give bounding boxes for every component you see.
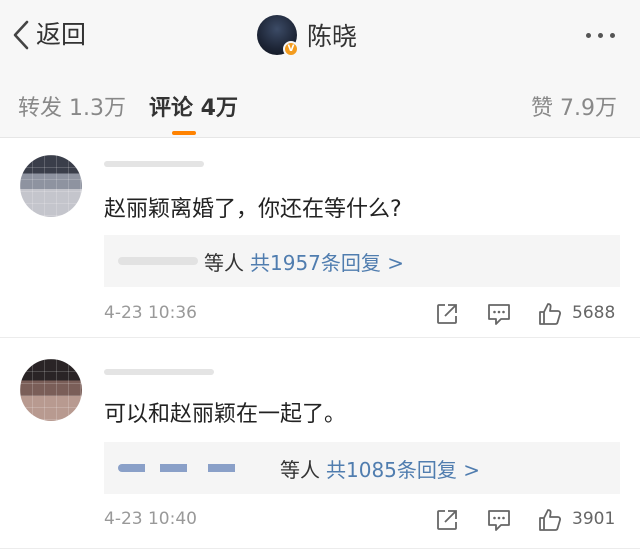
like-count: 3901 [572, 509, 616, 529]
tab-comment[interactable]: 评论 4万 [149, 90, 238, 122]
comment-text: 赵丽颖离婚了，你还在等什么? [104, 197, 402, 222]
share-icon[interactable] [434, 301, 460, 327]
replies-suffix: 等人 [204, 251, 244, 275]
avatar[interactable] [20, 359, 82, 421]
comment-item: 可以和赵丽颖在一起了。 等人 共1085条回复 > 4-23 10:40 3901 [0, 339, 640, 549]
verified-badge: V [283, 41, 299, 57]
replies-summary: 等人 共1085条回复 > [280, 454, 480, 483]
thumbs-up-icon[interactable] [537, 301, 563, 327]
comment-icon[interactable] [486, 507, 512, 533]
comment-footer: 4-23 10:40 3901 [104, 505, 620, 535]
active-tab-indicator [172, 131, 196, 135]
view-replies-link[interactable]: 共1957条回复 > [250, 251, 404, 275]
comment-time: 4-23 10:40 [104, 509, 197, 529]
replies-suffix: 等人 [280, 458, 320, 482]
comment-item: 赵丽颖离婚了，你还在等什么? 等人 共1957条回复 > 4-23 10:36 5… [0, 139, 640, 338]
tab-like[interactable]: 赞 7.9万 [531, 90, 617, 122]
replies-preview[interactable]: 等人 共1085条回复 > [104, 442, 620, 494]
thumbs-up-icon[interactable] [537, 507, 563, 533]
comment-time: 4-23 10:36 [104, 303, 197, 323]
like-count: 5688 [572, 303, 616, 323]
post-author[interactable]: V 陈晓 [257, 15, 357, 57]
tab-bar: 转发 1.3万 评论 4万 赞 7.9万 [0, 74, 640, 138]
view-replies-link[interactable]: 共1085条回复 > [326, 458, 480, 482]
redacted-username [104, 369, 214, 375]
top-bar: 返回 V 陈晓 [0, 0, 640, 74]
redacted-username [104, 161, 204, 167]
back-button[interactable]: 返回 [10, 18, 86, 52]
comment-text: 可以和赵丽颖在一起了。 [104, 402, 347, 427]
avatar[interactable] [20, 155, 82, 217]
replies-preview[interactable]: 等人 共1957条回复 > [104, 235, 620, 287]
comment-footer: 4-23 10:36 5688 [104, 299, 620, 329]
chevron-left-icon [13, 20, 29, 50]
back-label: 返回 [36, 20, 87, 49]
author-name[interactable]: 陈晓 [307, 17, 357, 53]
redacted-replier-names [118, 257, 198, 265]
comment-icon[interactable] [486, 301, 512, 327]
replies-summary: 等人 共1957条回复 > [204, 247, 404, 276]
share-icon[interactable] [434, 507, 460, 533]
avatar[interactable]: V [257, 15, 299, 57]
tab-repost[interactable]: 转发 1.3万 [18, 90, 126, 122]
redacted-replier-names [118, 464, 268, 472]
more-options-icon[interactable] [586, 33, 615, 38]
